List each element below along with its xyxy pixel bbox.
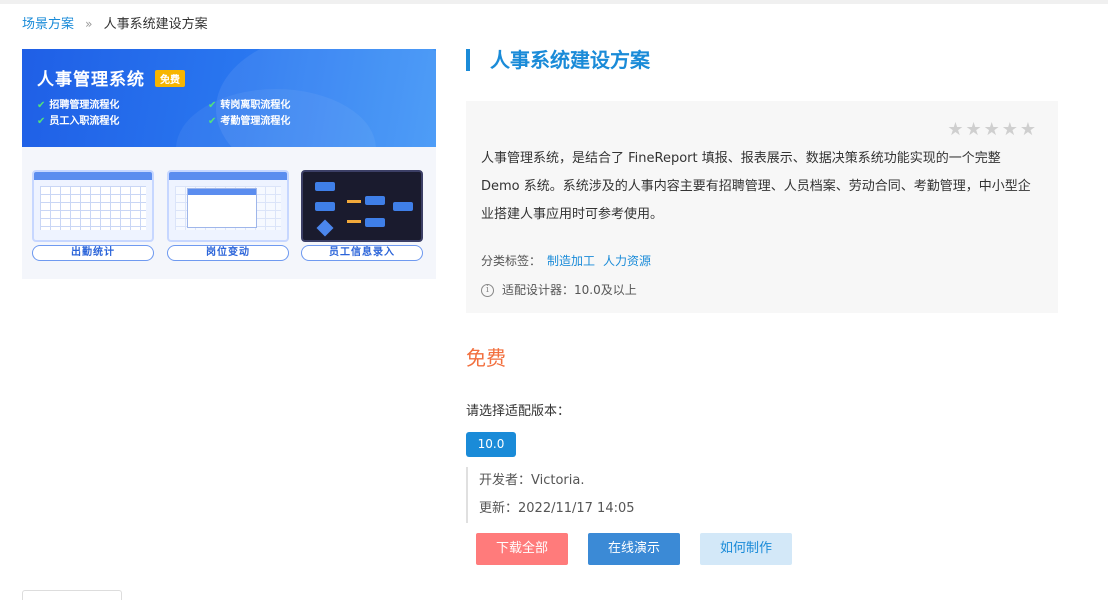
breadcrumb-separator: »: [85, 17, 93, 31]
thumbnail-attendance: [32, 170, 154, 242]
online-demo-button[interactable]: 在线演示: [588, 533, 680, 565]
breadcrumb-link-scenarios[interactable]: 场景方案: [22, 17, 74, 32]
page-title: 人事系统建设方案: [490, 48, 650, 72]
description-panel: ★★★★★ 人事管理系统，是结合了 FineReport 填报、报表展示、数据决…: [466, 101, 1058, 313]
meta-info: 开发者：Victoria. 更新：2022/11/17 14:05: [466, 467, 766, 523]
product-description: 人事管理系统，是结合了 FineReport 填报、报表展示、数据决策系统功能实…: [481, 151, 1031, 222]
preview-image[interactable]: 人事管理系统 免费 ✔ 招聘管理流程化 ✔ 转岗离职流程化 ✔ 员工入职流程化 ✔ 考勤…: [22, 49, 436, 279]
feature-item: ✔ 考勤管理流程化: [208, 116, 291, 127]
preview-banner: 人事管理系统 免费 ✔ 招聘管理流程化 ✔ 转岗离职流程化 ✔ 员工入职流程化 ✔ 考勤…: [22, 49, 436, 147]
thumbnail-position-change: [167, 170, 289, 242]
designer-compatibility: i 适配设计器：10.0及以上: [481, 280, 637, 300]
how-to-make-button[interactable]: 如何制作: [700, 533, 792, 565]
updated-text: 更新：2022/11/17 14:05: [479, 501, 635, 516]
developer-text: 开发者：Victoria.: [479, 473, 585, 488]
download-all-button[interactable]: 下载全部: [476, 533, 568, 565]
check-icon: ✔: [37, 116, 46, 127]
thumbnail-label: 员工信息录入: [301, 245, 423, 261]
thumbnail-label: 出勤统计: [32, 245, 154, 261]
check-icon: ✔: [208, 116, 217, 127]
thumbnail-label: 岗位变动: [167, 245, 289, 261]
price-label: 免费: [466, 346, 506, 370]
title-accent-bar: [466, 49, 470, 71]
check-icon: ✔: [37, 100, 46, 111]
banner-title: 人事管理系统: [37, 70, 145, 90]
version-prompt: 请选择适配版本：: [466, 404, 571, 419]
designer-version-text: 适配设计器：10.0及以上: [502, 283, 637, 297]
tag-manufacturing[interactable]: 制造加工: [547, 254, 595, 268]
top-divider: [0, 0, 1108, 4]
tags-label: 分类标签：: [481, 254, 542, 268]
breadcrumb-current: 人事系统建设方案: [103, 17, 208, 32]
tag-human-resources[interactable]: 人力资源: [603, 254, 651, 268]
bottom-tab-stub: [22, 590, 122, 600]
free-badge: 免费: [155, 70, 185, 87]
category-tags: 分类标签： 制造加工 人力资源: [481, 251, 651, 271]
breadcrumb: 场景方案 » 人事系统建设方案: [22, 15, 208, 34]
feature-item: ✔ 转岗离职流程化: [208, 100, 291, 111]
feature-item: ✔ 招聘管理流程化: [37, 100, 120, 111]
thumbnail-employee-entry: [301, 170, 423, 242]
info-icon: i: [481, 283, 494, 297]
feature-item: ✔ 员工入职流程化: [37, 116, 120, 127]
check-icon: ✔: [208, 100, 217, 111]
version-option-10[interactable]: 10.0: [466, 432, 516, 457]
rating-stars[interactable]: ★★★★★: [947, 119, 1038, 140]
